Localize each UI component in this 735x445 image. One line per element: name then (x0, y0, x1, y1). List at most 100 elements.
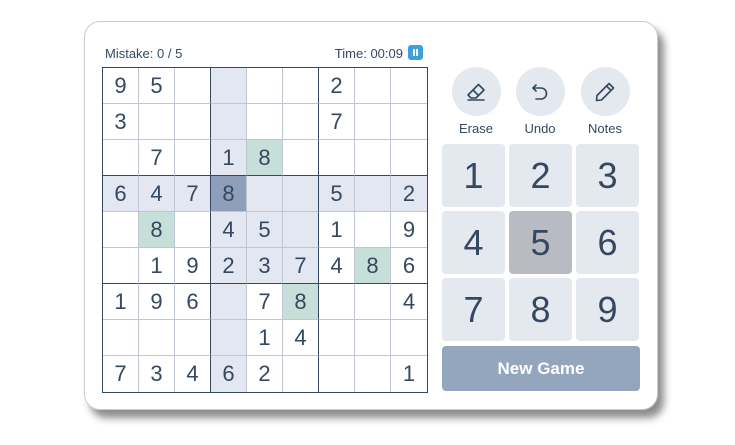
board-cell[interactable]: 7 (319, 104, 355, 140)
board-cell[interactable] (247, 104, 283, 140)
number-key-9[interactable]: 9 (576, 278, 639, 341)
board-cell[interactable] (175, 104, 211, 140)
number-key-1[interactable]: 1 (442, 144, 505, 207)
board-cell[interactable]: 9 (175, 248, 211, 284)
number-pad: 123 456 789 (442, 144, 640, 342)
board-cell[interactable] (103, 320, 139, 356)
board-cell[interactable]: 6 (211, 356, 247, 392)
board-cell[interactable] (319, 356, 355, 392)
board-cell[interactable] (175, 68, 211, 104)
number-key-5[interactable]: 5 (509, 211, 572, 274)
board-cell[interactable] (391, 140, 427, 176)
board-cell[interactable] (355, 68, 391, 104)
number-key-8[interactable]: 8 (509, 278, 572, 341)
undo-button[interactable]: Undo (510, 67, 570, 136)
board-cell[interactable] (283, 68, 319, 104)
board-cell[interactable]: 7 (283, 248, 319, 284)
board-cell[interactable]: 2 (319, 68, 355, 104)
number-key-3[interactable]: 3 (576, 144, 639, 207)
board-cell[interactable]: 7 (175, 176, 211, 212)
board-cell[interactable]: 4 (283, 320, 319, 356)
board-cell[interactable]: 7 (103, 356, 139, 392)
time-label: Time: (334, 46, 367, 61)
board-cell[interactable] (355, 140, 391, 176)
board-cell[interactable] (283, 356, 319, 392)
number-key-4[interactable]: 4 (442, 211, 505, 274)
board-cell[interactable]: 4 (211, 212, 247, 248)
board-cell[interactable]: 9 (103, 68, 139, 104)
number-key-7[interactable]: 7 (442, 278, 505, 341)
board-cell[interactable]: 9 (139, 284, 175, 320)
board-cell[interactable] (283, 140, 319, 176)
board-cell[interactable] (319, 284, 355, 320)
board-cell[interactable] (391, 68, 427, 104)
time-value: 00:09 (370, 46, 403, 61)
board-cell[interactable]: 8 (139, 212, 175, 248)
board-cell[interactable]: 7 (247, 284, 283, 320)
board-cell[interactable]: 8 (283, 284, 319, 320)
erase-button[interactable]: Erase (446, 67, 506, 136)
board-cell[interactable] (211, 104, 247, 140)
board-cell[interactable]: 1 (103, 284, 139, 320)
board-cell[interactable] (391, 104, 427, 140)
board-cell[interactable] (319, 320, 355, 356)
board-cell[interactable] (103, 248, 139, 284)
board-cell[interactable]: 4 (391, 284, 427, 320)
board-cell[interactable]: 4 (319, 248, 355, 284)
board-cell[interactable]: 1 (139, 248, 175, 284)
new-game-button[interactable]: New Game (442, 346, 640, 391)
board-cell[interactable]: 5 (319, 176, 355, 212)
board-cell[interactable] (355, 356, 391, 392)
number-key-2[interactable]: 2 (509, 144, 572, 207)
board-cell[interactable] (211, 68, 247, 104)
board-cell[interactable]: 7 (139, 140, 175, 176)
board-cell[interactable] (391, 320, 427, 356)
board-cell[interactable]: 5 (139, 68, 175, 104)
board-cell[interactable] (103, 212, 139, 248)
board-cell[interactable]: 8 (247, 140, 283, 176)
board-cell[interactable]: 1 (391, 356, 427, 392)
board-cell[interactable]: 2 (247, 356, 283, 392)
board-cell[interactable] (247, 176, 283, 212)
board-cell[interactable]: 2 (391, 176, 427, 212)
board-cell[interactable]: 1 (319, 212, 355, 248)
board-cell[interactable] (355, 212, 391, 248)
notes-label: Notes (588, 121, 622, 136)
board-cell[interactable]: 6 (175, 284, 211, 320)
number-key-6[interactable]: 6 (576, 211, 639, 274)
board-cell[interactable]: 6 (391, 248, 427, 284)
board-cell[interactable] (283, 176, 319, 212)
board-cell[interactable] (247, 68, 283, 104)
board-cell[interactable]: 8 (211, 176, 247, 212)
board-cell[interactable] (355, 176, 391, 212)
board-cell[interactable] (211, 320, 247, 356)
notes-button[interactable]: Notes (575, 67, 635, 136)
board-cell[interactable] (355, 284, 391, 320)
board-cell[interactable]: 9 (391, 212, 427, 248)
board-cell[interactable]: 4 (175, 356, 211, 392)
board-cell[interactable] (139, 104, 175, 140)
board-cell[interactable]: 6 (103, 176, 139, 212)
board-cell[interactable]: 4 (139, 176, 175, 212)
board-cell[interactable]: 2 (211, 248, 247, 284)
board-cell[interactable]: 3 (103, 104, 139, 140)
board-cell[interactable]: 1 (211, 140, 247, 176)
board-cell[interactable] (283, 212, 319, 248)
board-cell[interactable] (175, 320, 211, 356)
board-cell[interactable] (283, 104, 319, 140)
board-cell[interactable] (355, 104, 391, 140)
board-cell[interactable] (175, 212, 211, 248)
board-cell[interactable]: 3 (247, 248, 283, 284)
board-cell[interactable] (319, 140, 355, 176)
pause-icon[interactable] (408, 45, 423, 60)
board-cell[interactable] (103, 140, 139, 176)
board-cell[interactable]: 8 (355, 248, 391, 284)
board-cell[interactable] (139, 320, 175, 356)
board-cell[interactable] (211, 284, 247, 320)
board-cell[interactable]: 1 (247, 320, 283, 356)
board-cell[interactable]: 5 (247, 212, 283, 248)
board-cell[interactable] (355, 320, 391, 356)
undo-icon (515, 67, 565, 116)
board-cell[interactable] (175, 140, 211, 176)
board-cell[interactable]: 3 (139, 356, 175, 392)
